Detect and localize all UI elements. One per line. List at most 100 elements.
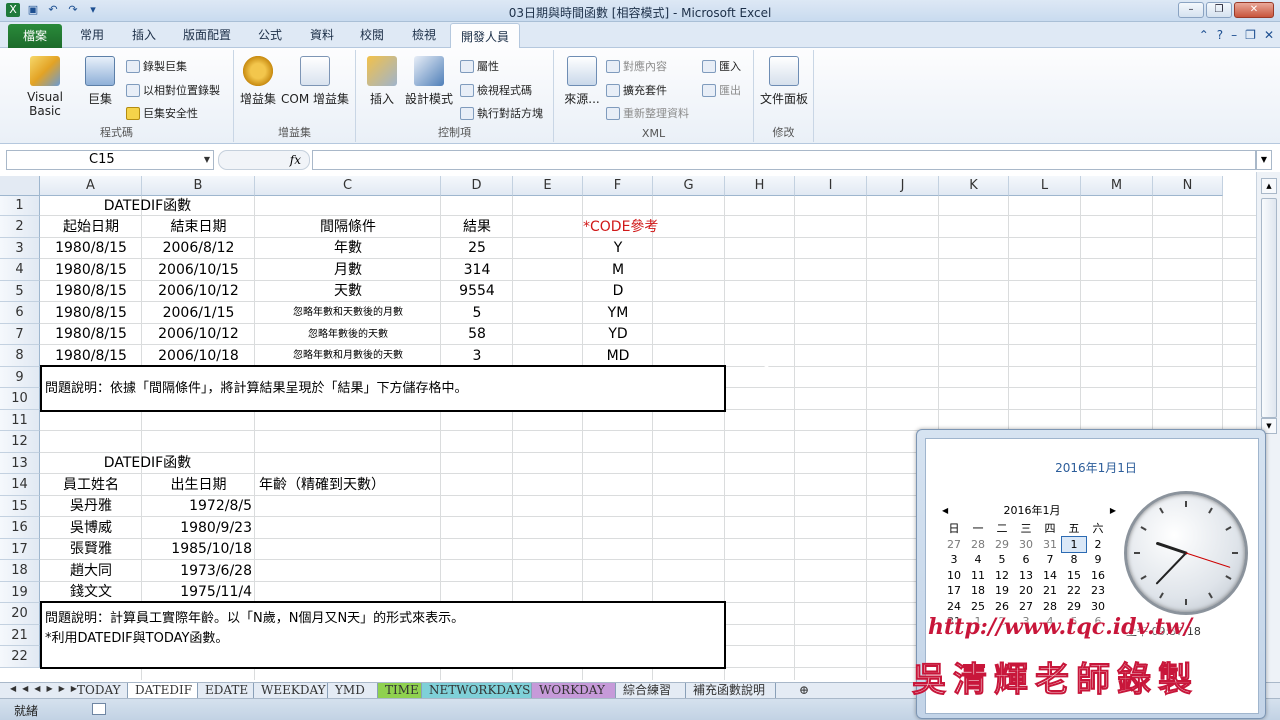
calendar-day[interactable]: 14 — [1038, 568, 1062, 584]
minimize-button[interactable]: – — [1178, 2, 1204, 18]
scroll-thumb[interactable] — [1261, 198, 1277, 418]
tab-page-layout[interactable]: 版面配置 — [183, 26, 231, 43]
table-cell[interactable]: M — [583, 259, 653, 281]
calendar-day[interactable]: 24 — [942, 599, 966, 615]
calendar-day[interactable]: 29 — [1062, 599, 1086, 615]
scroll-up-icon[interactable]: ▲ — [1261, 178, 1277, 194]
calendar-day[interactable]: 15 — [1062, 568, 1086, 584]
table-cell[interactable]: 314 — [441, 259, 513, 281]
table-cell[interactable]: 2006/10/12 — [142, 324, 255, 345]
restore-button[interactable]: ❐ — [1206, 2, 1232, 18]
table-cell[interactable]: 吳博威 — [40, 517, 142, 539]
column-header[interactable]: N — [1153, 176, 1223, 196]
row-header[interactable]: 3 — [0, 238, 40, 259]
table-cell[interactable]: 1973/6/28 — [142, 560, 255, 582]
properties-button[interactable]: 屬性 — [460, 58, 499, 74]
table-cell[interactable]: 9554 — [441, 281, 513, 302]
export-button[interactable]: 匯出 — [702, 82, 741, 98]
table-cell[interactable]: 月數 — [255, 259, 441, 281]
table-cell[interactable]: 1975/11/4 — [142, 582, 255, 603]
tab-data[interactable]: 資料 — [310, 26, 334, 43]
select-all-corner[interactable] — [0, 176, 40, 196]
header-code-reference[interactable]: *CODE參考 — [583, 216, 658, 238]
sheet-tab[interactable]: YMD — [328, 683, 378, 699]
calendar-day[interactable]: 30 — [1086, 599, 1110, 615]
calendar-day[interactable]: 12 — [990, 568, 1014, 584]
table-cell[interactable]: 3 — [441, 345, 513, 367]
row-header[interactable]: 5 — [0, 281, 40, 302]
header-birth-date[interactable]: 出生日期 — [142, 474, 255, 496]
sheet-tab[interactable]: DATEDIF — [128, 683, 198, 699]
macro-security-button[interactable]: 巨集安全性 — [126, 105, 198, 121]
calendar-day[interactable]: 20 — [1014, 583, 1038, 599]
minimize-ribbon-icon[interactable]: ⌃ — [1199, 28, 1209, 42]
calendar-day[interactable]: 6 — [1014, 552, 1038, 568]
help-icon[interactable]: ? — [1217, 28, 1223, 42]
xml-source-button[interactable]: 來源... — [562, 56, 602, 107]
table-cell[interactable]: 1980/8/15 — [40, 345, 142, 367]
macros-button[interactable]: 巨集 — [84, 56, 116, 107]
chevron-down-icon[interactable]: ▼ — [204, 151, 210, 169]
document-panel-button[interactable]: 文件面板 — [758, 56, 810, 107]
row-header[interactable]: 19 — [0, 582, 40, 603]
table-cell[interactable]: 天數 — [255, 281, 441, 302]
row-header[interactable]: 14 — [0, 474, 40, 496]
calendar-day[interactable]: 9 — [1086, 552, 1110, 568]
column-header[interactable]: L — [1009, 176, 1081, 196]
calendar-day[interactable]: 1 — [1061, 535, 1087, 553]
row-header[interactable]: 8 — [0, 345, 40, 367]
row-header[interactable]: 6 — [0, 302, 40, 324]
calendar-day[interactable]: 31 — [1038, 537, 1062, 553]
name-box[interactable]: C15 ▼ — [6, 150, 214, 170]
tab-developer[interactable]: 開發人員 — [450, 23, 521, 48]
sheet-tab[interactable]: 補充函數說明 — [686, 683, 776, 699]
table-cell[interactable]: D — [583, 281, 653, 302]
table-cell[interactable]: 2006/10/18 — [142, 345, 255, 367]
calendar-date-header[interactable]: 2016年1月1日 — [926, 459, 1266, 476]
row-header[interactable]: 20 — [0, 603, 40, 625]
table-cell[interactable]: YM — [583, 302, 653, 324]
calendar-day[interactable]: 21 — [1038, 583, 1062, 599]
next-month-icon[interactable]: ▶ — [1110, 501, 1116, 521]
table-cell[interactable]: 25 — [441, 238, 513, 259]
row-header[interactable]: 22 — [0, 646, 40, 668]
row-header[interactable]: 18 — [0, 560, 40, 582]
table-cell[interactable]: 趙大同 — [40, 560, 142, 582]
macro-record-status-icon[interactable] — [92, 703, 106, 715]
table-cell[interactable]: 2006/1/15 — [142, 302, 255, 324]
calendar-day[interactable]: 5 — [990, 552, 1014, 568]
column-header[interactable]: K — [939, 176, 1009, 196]
header-start-date[interactable]: 起始日期 — [40, 216, 142, 238]
calendar-day[interactable]: 19 — [990, 583, 1014, 599]
sheet-tab[interactable]: TIME — [378, 683, 422, 699]
tab-review[interactable]: 校閱 — [360, 26, 384, 43]
table-cell[interactable]: 1980/8/15 — [40, 302, 142, 324]
tab-file[interactable]: 檔案 — [8, 24, 62, 48]
table-cell[interactable]: 吳丹雅 — [40, 496, 142, 517]
column-header[interactable]: E — [513, 176, 583, 196]
column-header[interactable]: I — [795, 176, 867, 196]
row-header[interactable]: 4 — [0, 259, 40, 281]
column-header[interactable]: G — [653, 176, 725, 196]
header-employee-name[interactable]: 員工姓名 — [40, 474, 142, 496]
workbook-close-icon[interactable]: ✕ — [1264, 28, 1274, 42]
calendar-day[interactable]: 22 — [1062, 583, 1086, 599]
column-header[interactable]: A — [40, 176, 142, 196]
row-header[interactable]: 10 — [0, 388, 40, 410]
calendar-day[interactable]: 27 — [942, 537, 966, 553]
table-cell[interactable]: 1980/8/15 — [40, 259, 142, 281]
table-cell[interactable]: 忽略年數後的天數 — [255, 324, 441, 345]
sheet-tab[interactable]: WEEKDAY — [254, 683, 328, 699]
expansion-packs-button[interactable]: 擴充套件 — [606, 82, 667, 98]
calendar-day[interactable]: 28 — [966, 537, 990, 553]
row-header[interactable]: 11 — [0, 410, 40, 431]
calendar-day[interactable]: 3 — [942, 552, 966, 568]
row-header[interactable]: 13 — [0, 453, 40, 474]
table-cell[interactable]: 2006/10/15 — [142, 259, 255, 281]
calendar-day[interactable]: 26 — [990, 599, 1014, 615]
workbook-restore-icon[interactable]: ❐ — [1245, 28, 1256, 42]
column-header[interactable]: J — [867, 176, 939, 196]
table-cell[interactable]: Y — [583, 238, 653, 259]
record-macro-button[interactable]: 錄製巨集 — [126, 58, 187, 74]
design-mode-button[interactable]: 設計模式 — [404, 56, 454, 107]
